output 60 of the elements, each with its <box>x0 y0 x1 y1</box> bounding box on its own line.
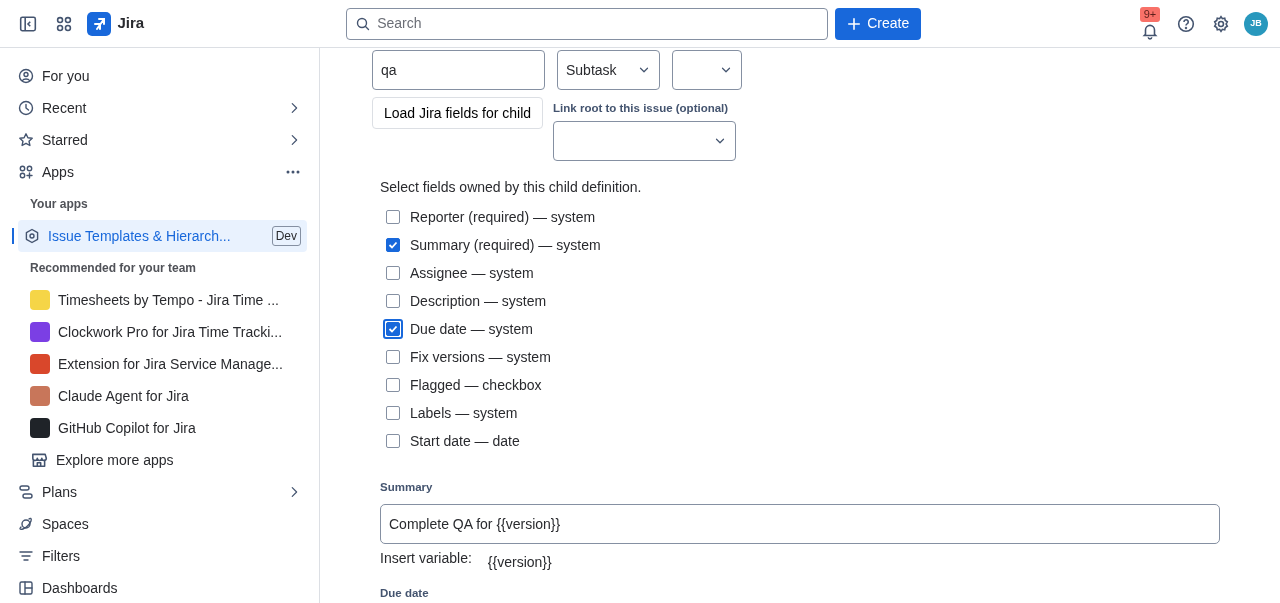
logo-icon[interactable] <box>86 11 111 36</box>
issue-type-select[interactable]: Subtask <box>557 50 660 90</box>
link-root-select[interactable] <box>553 121 737 162</box>
insert-variable-label: Insert variable: <box>380 548 472 568</box>
notification-count: 9+ <box>1139 7 1161 22</box>
plus-icon <box>847 16 862 31</box>
more-icon <box>285 169 301 175</box>
checkmark-icon <box>388 240 398 251</box>
search-field[interactable]: Search <box>346 7 829 40</box>
section-heading: Your apps <box>29 196 89 213</box>
checkbox-label[interactable]: Assignee — system <box>410 262 534 284</box>
dev-tag: Dev <box>271 226 301 246</box>
child-name-field[interactable]: qa <box>372 50 545 90</box>
app-item[interactable]: GitHub Copilot for Jira <box>12 412 307 444</box>
person-icon <box>18 68 34 84</box>
checkmark-icon <box>388 324 398 335</box>
checkbox[interactable] <box>383 319 403 340</box>
checkbox-label[interactable]: Due date — system <box>410 318 533 340</box>
checkbox-label[interactable]: Description — system <box>410 290 547 312</box>
field-label: Due date <box>380 585 430 601</box>
field-label: Summary <box>380 480 434 496</box>
section-heading: Recommended for your team <box>29 260 198 277</box>
sidebar-item[interactable]: Recent <box>12 92 307 124</box>
dashboard-icon <box>18 580 34 596</box>
notifications-icon[interactable] <box>1141 22 1159 40</box>
sidebar-item[interactable]: Spaces <box>12 508 307 540</box>
checkbox-label[interactable]: Start date — date <box>410 430 520 452</box>
sidebar-item[interactable]: For you <box>12 60 307 92</box>
dropdown-select[interactable] <box>672 50 742 90</box>
checkbox-label[interactable]: Fix versions — system <box>410 346 551 368</box>
app-item[interactable]: Extension for Jira Service Manage... <box>12 348 307 380</box>
star-icon <box>18 132 34 148</box>
store-icon <box>30 451 48 469</box>
sidebar-item[interactable]: Filters <box>12 540 307 572</box>
checkbox-label[interactable]: Reporter (required) — system <box>410 206 596 228</box>
sidebar-item[interactable]: Apps <box>12 156 307 188</box>
checkbox-label[interactable]: Flagged — checkbox <box>410 374 542 396</box>
load-fields-button[interactable]: Load Jira fields for child <box>372 97 544 129</box>
sidebar-item[interactable]: Starred <box>12 124 307 156</box>
checkbox-label[interactable]: Labels — system <box>410 402 518 424</box>
checkbox-label[interactable]: Summary (required) — system <box>410 234 601 256</box>
plans-icon <box>18 484 34 500</box>
field-label: Link root to this issue (optional) <box>553 101 730 116</box>
clock-icon <box>18 100 34 116</box>
instruction-text: Select fields owned by this child definition. <box>380 178 643 198</box>
create-button[interactable]: Create <box>835 7 922 40</box>
planet-icon <box>18 516 34 532</box>
variable-chip[interactable]: {{version}} <box>487 551 552 573</box>
app-item[interactable]: Timesheets by Tempo - Jira Time ... <box>12 284 307 316</box>
filter-icon <box>18 548 34 564</box>
sidebar-item[interactable]: Dashboards <box>12 572 307 603</box>
hexagon-icon <box>24 228 40 244</box>
app-item[interactable]: Clockwork Pro for Jira Time Tracki... <box>12 316 307 348</box>
product-name[interactable]: Jira <box>117 12 145 35</box>
sidebar-item[interactable]: Plans <box>12 476 307 508</box>
explore-apps-link[interactable]: Explore more apps <box>12 444 307 476</box>
search-icon <box>355 15 372 32</box>
app-item[interactable]: Claude Agent for Jira <box>12 380 307 412</box>
apps-icon <box>18 164 34 180</box>
summary-field[interactable]: Complete QA for {{version}} <box>380 503 1220 544</box>
